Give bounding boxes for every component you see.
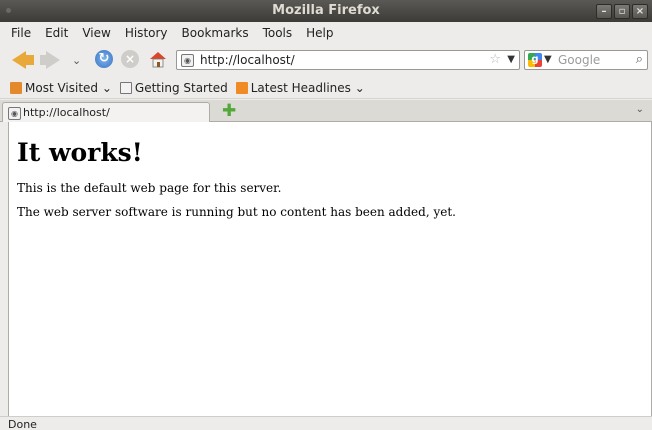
home-icon[interactable] [148,49,168,69]
menu-tools[interactable]: Tools [256,26,300,40]
bookmark-latest-headlines[interactable]: Latest Headlines ⌄ [235,80,365,95]
menu-view[interactable]: View [75,26,117,40]
new-tab-icon[interactable]: ✚ [222,102,236,120]
search-engine-dropdown-icon[interactable]: ▼ [544,54,552,65]
menu-bookmarks[interactable]: Bookmarks [175,26,256,40]
maximize-button[interactable]: ▫ [614,4,630,19]
tab-label: http://localhost/ [23,106,110,119]
bookmark-star-icon[interactable]: ☆ [489,52,501,67]
chevron-down-icon: ⌄ [350,80,365,95]
url-dropdown-icon[interactable]: ▼ [507,54,515,65]
menu-bar: File Edit View History Bookmarks Tools H… [0,22,652,43]
status-text: Done [8,418,37,430]
close-button[interactable]: × [632,4,648,19]
google-engine-icon[interactable]: g [528,53,542,67]
stop-icon[interactable]: × [121,50,139,68]
url-bar[interactable]: ◉ http://localhost/ ☆ ▼ [176,50,520,70]
menu-help[interactable]: Help [299,26,340,40]
window-controls: – ▫ × [596,4,648,19]
folder-icon [10,81,22,94]
bookmarks-toolbar: Most Visited ⌄ Getting Started Latest He… [0,77,652,99]
forward-arrow-icon[interactable] [46,51,60,69]
title-bar[interactable]: Mozilla Firefox – ▫ × [0,0,652,22]
page-icon: ◉ [8,107,21,120]
tab-strip: ◉ http://localhost/ ✚ ⌄ [0,100,652,122]
search-bar[interactable]: g ▼ Google ⌕ [524,50,648,70]
bookmark-getting-started[interactable]: Getting Started [119,81,228,95]
reload-icon[interactable]: ↻ [95,50,113,68]
page-heading: It works! [17,138,143,167]
search-icon[interactable]: ⌕ [636,52,643,67]
paragraph-2: The web server software is running but n… [17,205,456,219]
firefox-window: Mozilla Firefox – ▫ × File Edit View His… [0,0,652,430]
tab-localhost[interactable]: ◉ http://localhost/ [2,102,210,122]
navigation-toolbar: ⌄ ↻ × ◉ http://localhost/ ☆ ▼ g ▼ Google… [0,43,652,77]
window-title: Mozilla Firefox [272,3,380,18]
bookmark-most-visited[interactable]: Most Visited ⌄ [10,81,112,95]
page-content: It works! This is the default web page f… [8,122,652,416]
site-identity-icon[interactable]: ◉ [181,54,194,67]
chevron-down-icon: ⌄ [98,80,112,95]
back-button-tail[interactable] [24,55,34,65]
menu-edit[interactable]: Edit [38,26,75,40]
status-bar: Done [0,416,652,430]
rss-icon [235,81,248,94]
tab-list-dropdown-icon[interactable]: ⌄ [636,104,644,115]
minimize-button[interactable]: – [596,4,612,19]
url-input[interactable]: http://localhost/ [200,53,295,67]
paragraph-1: This is the default web page for this se… [17,181,282,195]
menu-file[interactable]: File [4,26,38,40]
page-icon [119,81,132,94]
menu-history[interactable]: History [118,26,175,40]
history-dropdown-icon[interactable]: ⌄ [72,54,81,67]
search-input[interactable]: Google [558,53,600,67]
